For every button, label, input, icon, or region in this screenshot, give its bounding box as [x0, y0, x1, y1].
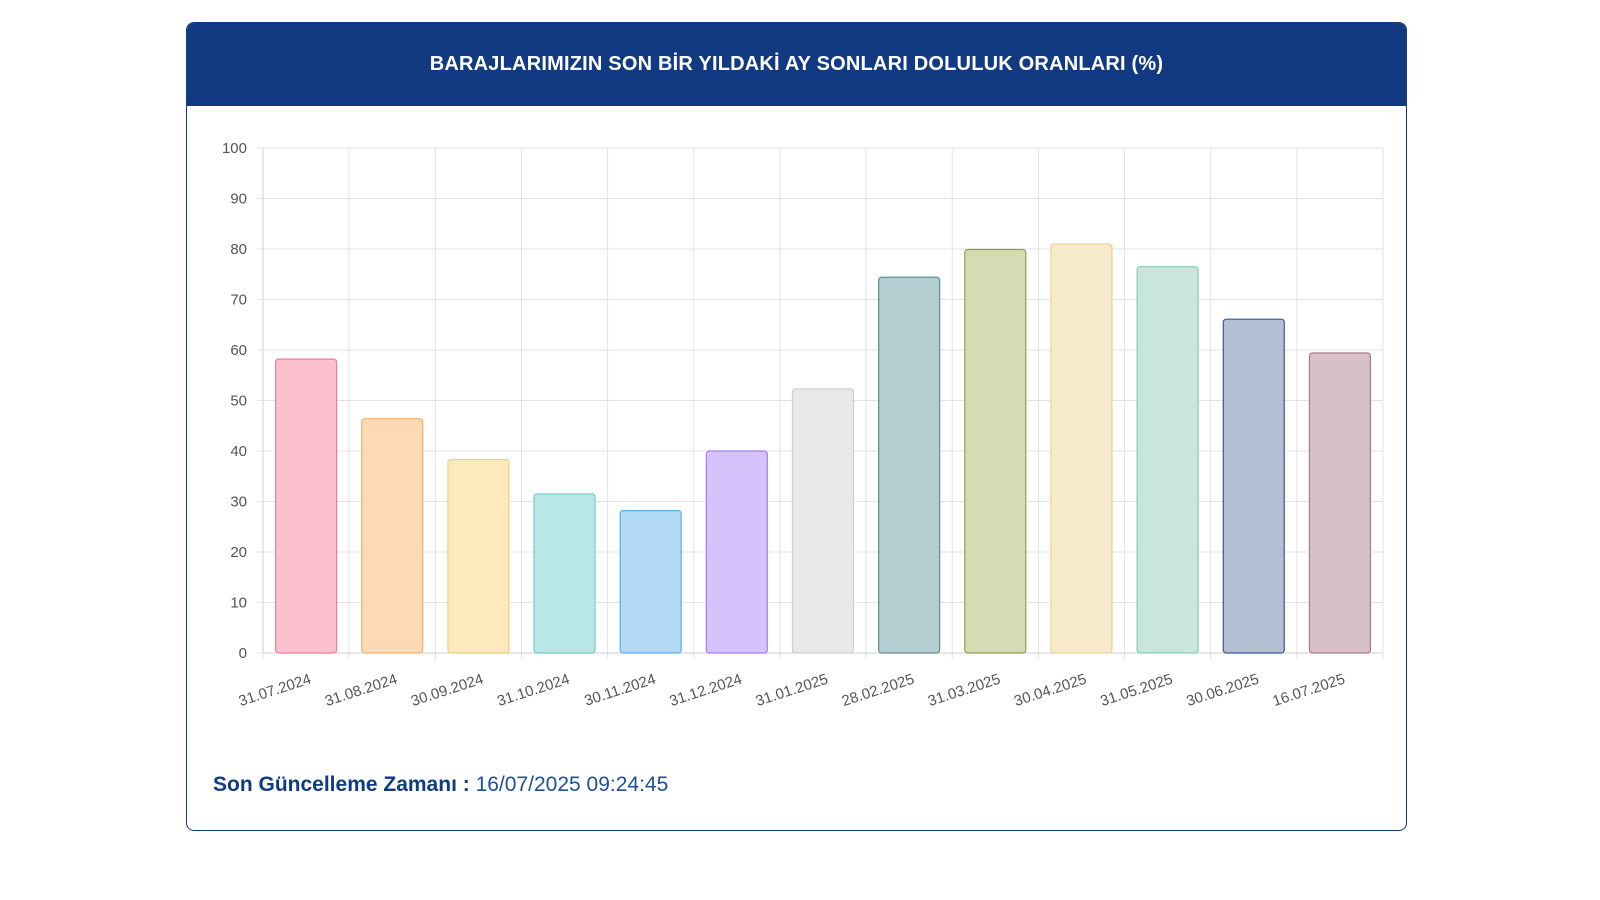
x-tick-label: 31.03.2025: [926, 671, 1003, 710]
bar: [791, 388, 855, 654]
x-tick-label: 31.07.2024: [237, 671, 314, 710]
bar: [619, 509, 682, 654]
last-update-label: Son Güncelleme Zamanı :: [213, 773, 470, 796]
bar: [878, 276, 941, 654]
y-tick-label: 90: [230, 191, 247, 208]
last-update-value: 16/07/2025 09:24:45: [475, 773, 669, 796]
x-tick-label: 31.10.2024: [495, 671, 572, 710]
x-tick-label: 30.06.2025: [1184, 671, 1261, 710]
x-tick-label: 16.07.2025: [1271, 671, 1348, 710]
x-tick-label: 28.02.2025: [840, 671, 917, 710]
last-update: Son Güncelleme Zamanı : 16/07/2025 09:24…: [213, 773, 668, 797]
chart-card: BARAJLARIMIZIN SON BİR YILDAKİ AY SONLAR…: [186, 22, 1407, 831]
x-tick-label: 31.12.2024: [667, 671, 744, 710]
bar: [964, 248, 1027, 654]
x-tick-label: 30.04.2025: [1012, 671, 1089, 710]
bar: [1136, 266, 1199, 654]
y-tick-label: 30: [230, 494, 247, 511]
x-tick-label: 31.08.2024: [323, 671, 400, 710]
y-tick-label: 70: [230, 292, 247, 309]
bar: [1050, 243, 1113, 654]
bar: [274, 358, 338, 654]
bar: [705, 450, 768, 654]
y-tick-label: 100: [222, 140, 247, 157]
bar: [1308, 352, 1372, 654]
y-tick-label: 60: [230, 342, 247, 359]
bar: [1222, 318, 1285, 654]
bar: [361, 418, 424, 654]
y-tick-label: 50: [230, 393, 247, 410]
x-tick-label: 30.09.2024: [409, 671, 486, 710]
x-tick-label: 30.11.2024: [582, 671, 658, 710]
y-tick-label: 20: [230, 544, 247, 561]
bar-chart: 0 10 20 30 40 50 60 70 80 90 100 31.07.2024 31.08.20…: [222, 140, 1384, 710]
bar: [533, 493, 596, 654]
y-tick-label: 10: [230, 595, 247, 612]
y-tick-label: 40: [230, 443, 247, 460]
y-tick-label: 0: [239, 645, 247, 662]
y-tick-label: 80: [230, 241, 247, 258]
bar: [447, 458, 510, 654]
x-tick-label: 31.01.2025: [754, 671, 831, 710]
x-tick-label: 31.05.2025: [1098, 671, 1175, 710]
